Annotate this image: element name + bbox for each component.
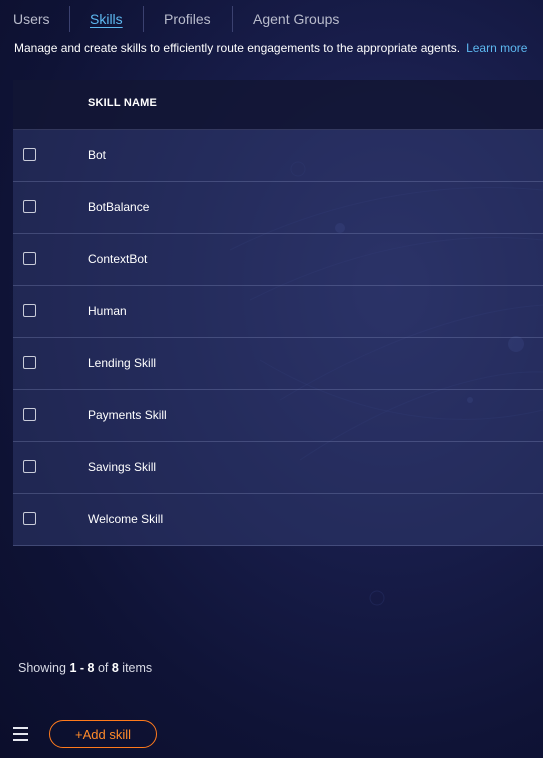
tab-users[interactable]: Users xyxy=(13,11,50,27)
table-row[interactable]: BotBalance xyxy=(13,182,543,234)
pagination-suffix: items xyxy=(122,661,153,675)
row-checkbox[interactable] xyxy=(23,200,36,213)
hamburger-menu-icon[interactable] xyxy=(13,726,28,743)
table-header: SKILL NAME xyxy=(13,80,543,130)
skill-name: Payments Skill xyxy=(88,408,167,422)
skill-name: Welcome Skill xyxy=(88,512,164,526)
table-row[interactable]: Savings Skill xyxy=(13,442,543,494)
tab-divider xyxy=(232,6,233,32)
description-text: Manage and create skills to efficiently … xyxy=(14,41,461,55)
row-checkbox[interactable] xyxy=(23,356,36,369)
tab-profiles[interactable]: Profiles xyxy=(164,11,211,27)
learn-more-link[interactable]: Learn more xyxy=(466,41,527,55)
tab-divider xyxy=(69,6,70,32)
tab-skills[interactable]: Skills xyxy=(90,11,123,27)
row-checkbox[interactable] xyxy=(23,512,36,525)
table-row[interactable]: Payments Skill xyxy=(13,390,543,442)
pagination-total: 8 xyxy=(111,661,119,675)
row-checkbox[interactable] xyxy=(23,148,36,161)
skill-name: Savings Skill xyxy=(88,460,157,474)
row-checkbox[interactable] xyxy=(23,252,36,265)
table-row[interactable]: Bot xyxy=(13,130,543,182)
row-checkbox[interactable] xyxy=(23,408,36,421)
skill-name: Bot xyxy=(88,148,107,162)
skill-name: Lending Skill xyxy=(88,356,157,370)
tab-agent-groups[interactable]: Agent Groups xyxy=(253,11,339,27)
tab-bar: Users Skills Profiles Agent Groups xyxy=(0,0,543,38)
pagination-of: of xyxy=(97,661,109,675)
table-row[interactable]: Lending Skill xyxy=(13,338,543,390)
pagination-prefix: Showing xyxy=(18,661,66,675)
table-row[interactable]: ContextBot xyxy=(13,234,543,286)
table-row[interactable]: Welcome Skill xyxy=(13,494,543,546)
table-row[interactable]: Human xyxy=(13,286,543,338)
skills-table: SKILL NAME Bot BotBalance ContextBot Hum… xyxy=(13,80,543,546)
add-skill-button[interactable]: +Add skill xyxy=(49,720,157,748)
row-checkbox[interactable] xyxy=(23,304,36,317)
tab-divider xyxy=(143,6,144,32)
skill-name: BotBalance xyxy=(88,200,150,214)
skill-name: Human xyxy=(88,304,127,318)
pagination-range: 1 - 8 xyxy=(69,661,95,675)
pagination-summary: Showing 1 - 8 of 8 items xyxy=(18,661,152,675)
column-header-skill-name[interactable]: SKILL NAME xyxy=(88,97,157,109)
page-description: Manage and create skills to efficiently … xyxy=(14,41,527,55)
row-checkbox[interactable] xyxy=(23,460,36,473)
skill-name: ContextBot xyxy=(88,252,148,266)
